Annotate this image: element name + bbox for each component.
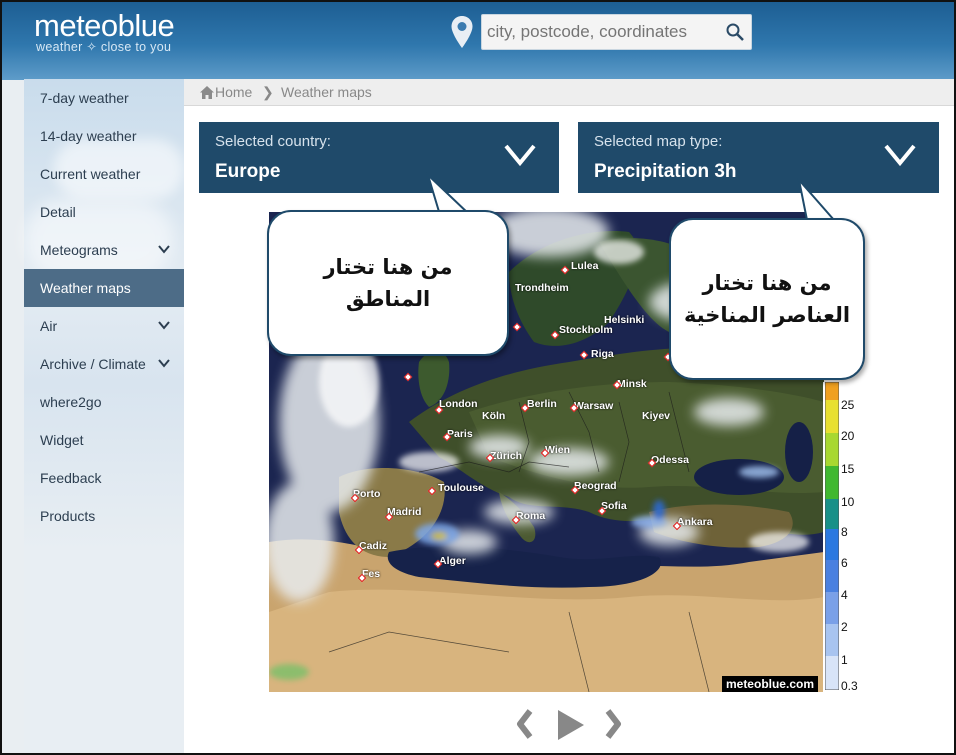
sidebar-item-14-day-weather[interactable]: 14-day weather [24,117,184,155]
breadcrumb-separator: ❯ [262,84,274,100]
chevron-down-icon [504,144,536,167]
sidebar-item-archive-climate[interactable]: Archive / Climate [24,345,184,383]
map-type-selector-label: Selected map type: [594,133,723,150]
precipitation-legend: 25 20 15 10 8 6 4 2 1 0.3 [823,382,863,694]
sidebar-nav: 7-day weather 14-day weather Current wea… [24,79,184,753]
map-city-label: Warsaw [574,400,614,412]
browser-frame: meteoblue weather ✧ close to you 7-day w… [0,0,956,755]
sidebar-item-label: Detail [40,204,76,220]
sidebar-item-label: 14-day weather [40,128,137,144]
sidebar-item-label: where2go [40,394,102,410]
legend-label: 4 [841,588,848,602]
chevron-down-icon [884,144,916,167]
sidebar-item-label: Feedback [40,470,102,486]
map-city-label: Riga [591,348,614,360]
breadcrumb: Home ❯ Weather maps [184,79,954,106]
site-header: meteoblue weather ✧ close to you [2,2,954,80]
breadcrumb-current: Weather maps [281,84,372,100]
callout-regions: من هنا تختار المناطق [267,210,509,356]
sidebar-item-feedback[interactable]: Feedback [24,459,184,497]
sidebar-item-weather-maps[interactable]: Weather maps [24,269,184,307]
map-city-label: Lulea [571,260,599,272]
search-box [481,14,752,50]
legend-label: 0.3 [841,679,858,693]
legend-label: 25 [841,398,855,412]
map-city-label: Wien [545,444,570,456]
sidebar-item-detail[interactable]: Detail [24,193,184,231]
country-selector-label: Selected country: [215,133,331,150]
previous-frame-icon[interactable] [514,707,536,741]
chevron-down-icon [158,321,170,330]
search-input[interactable] [487,15,719,49]
location-pin-icon[interactable] [450,15,474,49]
sidebar-item-label: Widget [40,432,84,448]
map-city-label: Beograd [574,480,617,492]
legend-label: 15 [841,462,855,476]
map-type-selector[interactable]: Selected map type: Precipitation 3h [578,122,939,193]
sidebar-item-where2go[interactable]: where2go [24,383,184,421]
callout-regions-text: من هنا تختار المناطق [323,255,453,311]
sidebar-item-air[interactable]: Air [24,307,184,345]
logo-tagline: weather ✧ close to you [36,40,172,54]
home-icon[interactable] [200,86,214,99]
sidebar-item-meteograms[interactable]: Meteograms [24,231,184,269]
map-city-label: Roma [516,510,546,522]
map-city-label: Stockholm [559,324,613,336]
sidebar-item-label: Air [40,318,58,334]
map-city-label: Cadiz [359,540,388,552]
chevron-down-icon [158,359,170,368]
country-selector-value: Europe [215,161,281,182]
sidebar-item-label: Weather maps [40,280,131,296]
legend-label: 2 [841,620,848,634]
sidebar-item-label: Current weather [40,166,141,182]
map-city-label: Odessa [651,454,689,466]
sidebar-item-products[interactable]: Products [24,497,184,535]
sidebar-item-label: Products [40,508,96,524]
map-city-label: Trondheim [515,282,569,294]
legend-label: 8 [841,525,848,539]
map-city-label: Alger [439,555,466,567]
breadcrumb-home-link[interactable]: Home [215,79,252,106]
callout-elements: من هنا تختار العناصر المناخية [669,218,865,380]
sidebar-item-label: Meteograms [40,242,118,258]
next-frame-icon[interactable] [602,707,624,741]
search-icon[interactable] [725,22,745,42]
map-city-label: Berlin [527,398,557,410]
map-city-label: Toulouse [438,482,484,494]
map-type-selector-value: Precipitation 3h [594,161,737,182]
sidebar-item-7-day-weather[interactable]: 7-day weather [24,79,184,117]
callout-elements-text: من هنا تختار العناصر المناخية [683,271,851,327]
sidebar-item-label: 7-day weather [40,90,129,106]
map-city-label: Kiyev [642,410,671,422]
map-city-label: London [439,398,478,410]
legend-color-scale [825,382,839,690]
map-city-label: Ankara [677,516,713,528]
sidebar-item-current-weather[interactable]: Current weather [24,155,184,193]
legend-label: 1 [841,653,848,667]
map-city-label: Paris [447,428,473,440]
sidebar-item-label: Archive / Climate [40,356,146,372]
map-city-label: Köln [482,410,506,422]
map-city-label: Minsk [617,378,647,390]
legend-label: 20 [841,429,855,443]
legend-label: 6 [841,556,848,570]
chevron-down-icon [158,245,170,254]
legend-label: 10 [841,495,855,509]
sidebar-item-widget[interactable]: Widget [24,421,184,459]
map-watermark: meteoblue.com [721,676,818,692]
play-icon[interactable] [555,707,587,743]
country-selector[interactable]: Selected country: Europe [199,122,559,193]
map-city-label: Zürich [490,450,523,462]
